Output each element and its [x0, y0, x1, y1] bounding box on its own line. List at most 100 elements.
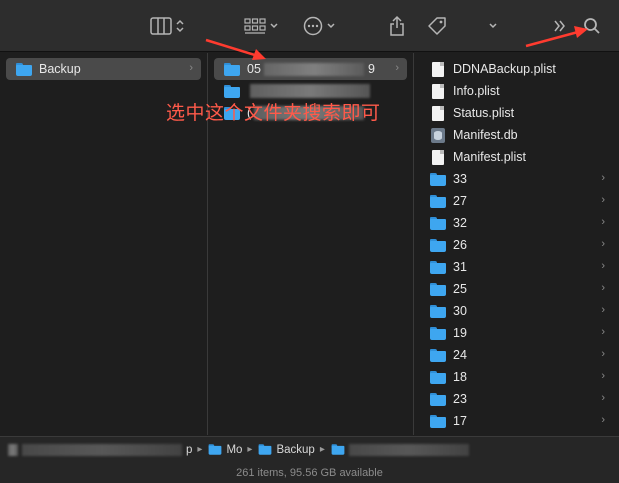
- folder-row[interactable]: 18 ›: [420, 366, 613, 388]
- share-button[interactable]: [388, 13, 406, 39]
- folder-label: Backup: [39, 62, 81, 76]
- folder-icon: [430, 172, 446, 186]
- folder-icon: [16, 62, 32, 76]
- chevron-right-icon: ›: [189, 62, 193, 74]
- view-mode-button[interactable]: [150, 13, 185, 39]
- folder-label: 33: [453, 172, 467, 186]
- folder-label: 26: [453, 238, 467, 252]
- status-bar: 261 items, 95.56 GB available: [0, 462, 619, 483]
- file-row[interactable]: Info.plist: [420, 80, 613, 102]
- chevron-right-icon: ›: [601, 326, 605, 338]
- folder-row[interactable]: 23 ›: [420, 388, 613, 410]
- file-label: DDNABackup.plist: [453, 62, 556, 76]
- file-row[interactable]: Status.plist: [420, 102, 613, 124]
- folder-label-prefix: 05: [247, 62, 261, 76]
- chevron-right-icon: ›: [395, 62, 399, 74]
- redacted-text: [250, 84, 370, 98]
- folder-row[interactable]: 32 ›: [420, 212, 613, 234]
- breadcrumb-current[interactable]: [330, 443, 469, 456]
- folder-row[interactable]: 24 ›: [420, 344, 613, 366]
- folder-label: 25: [453, 282, 467, 296]
- column-view-icon: [150, 17, 172, 35]
- folder-label: 27: [453, 194, 467, 208]
- document-icon: [432, 61, 444, 77]
- chevron-right-icon: ›: [601, 282, 605, 294]
- folder-row[interactable]: 31 ›: [420, 256, 613, 278]
- folder-icon: [430, 216, 446, 230]
- folder-label: 24: [453, 348, 467, 362]
- folder-icon: [430, 238, 446, 252]
- tag-button[interactable]: [426, 13, 448, 39]
- folder-label: 32: [453, 216, 467, 230]
- folder-row[interactable]: 26 ›: [420, 234, 613, 256]
- breadcrumb-label: p: [186, 443, 193, 456]
- folder-icon: [430, 194, 446, 208]
- file-label: Info.plist: [453, 84, 500, 98]
- chevron-right-icon: ›: [601, 304, 605, 316]
- folder-label: 19: [453, 326, 467, 340]
- chevron-right-icon: ›: [601, 238, 605, 250]
- folder-icon: [430, 304, 446, 318]
- chevron-right-icon: ▸: [247, 444, 253, 455]
- chevron-right-icon: ›: [601, 194, 605, 206]
- file-row[interactable]: Manifest.db: [420, 124, 613, 146]
- redacted-text: [264, 63, 364, 76]
- folder-icon: [331, 444, 345, 455]
- document-icon: [432, 149, 444, 165]
- folder-icon: [430, 326, 446, 340]
- file-label: Manifest.plist: [453, 150, 526, 164]
- breadcrumb-label: Mo: [226, 443, 243, 456]
- tag-icon: [428, 17, 446, 35]
- redacted-text: [22, 443, 182, 456]
- chevron-right-icon: ›: [601, 348, 605, 360]
- folder-icon: [430, 348, 446, 362]
- chevron-right-icon: ›: [601, 172, 605, 184]
- chevron-down-icon: [327, 23, 335, 29]
- folder-icon: [209, 444, 222, 455]
- chevron-right-icon: ▸: [319, 444, 325, 455]
- folder-icon: [430, 260, 446, 274]
- breadcrumb-redacted[interactable]: p ▸: [186, 444, 207, 456]
- database-icon: [431, 127, 445, 143]
- breadcrumb-mobilesync[interactable]: Mo ▸: [207, 443, 257, 456]
- ellipsis-circle-icon: [303, 16, 323, 36]
- folder-label: 18: [453, 370, 467, 384]
- annotation-arrow-left: [205, 38, 266, 60]
- document-icon: [432, 83, 444, 99]
- chevron-right-icon: ▸: [197, 444, 203, 455]
- status-text: 261 items, 95.56 GB available: [236, 466, 383, 479]
- folder-row[interactable]: 27 ›: [420, 190, 613, 212]
- chevron-right-icon: ›: [601, 370, 605, 382]
- folder-icon: [259, 444, 272, 455]
- file-label: Status.plist: [453, 106, 515, 120]
- folder-row[interactable]: 30 ›: [420, 300, 613, 322]
- breadcrumb-label: Backup: [276, 443, 315, 456]
- folder-row-backup[interactable]: Backup ›: [6, 58, 201, 80]
- file-row[interactable]: Manifest.plist: [420, 146, 613, 168]
- folder-icon: [430, 414, 446, 428]
- file-row[interactable]: DDNABackup.plist: [420, 58, 613, 80]
- chevron-right-icon: ›: [601, 260, 605, 272]
- tag-menu-button[interactable]: [488, 13, 498, 39]
- folder-label: 17: [453, 414, 467, 428]
- folder-row[interactable]: 25 ›: [420, 278, 613, 300]
- folder-row[interactable]: 33 ›: [420, 168, 613, 190]
- folder-label-suffix: 9: [368, 62, 375, 76]
- group-icon: [244, 18, 266, 34]
- folder-label: 31: [453, 260, 467, 274]
- chevron-right-icon: ›: [601, 414, 605, 426]
- up-down-chevron-icon: [176, 19, 184, 33]
- action-button[interactable]: [303, 13, 336, 39]
- file-label: Manifest.db: [453, 128, 518, 142]
- chevron-down-icon: [270, 23, 278, 29]
- folder-row[interactable]: 19 ›: [420, 322, 613, 344]
- redacted-text: [348, 443, 469, 456]
- folder-label: 23: [453, 392, 467, 406]
- share-icon: [390, 15, 404, 36]
- column-3[interactable]: DDNABackup.plist Info.plist Status.plist…: [414, 53, 619, 435]
- folder-row[interactable]: 17 ›: [420, 410, 613, 432]
- breadcrumb-backup[interactable]: Backup ▸: [257, 443, 329, 456]
- path-bar: p ▸ Mo ▸ Backup ▸: [0, 436, 619, 462]
- folder-icon: [430, 370, 446, 384]
- folder-icon: [430, 392, 446, 406]
